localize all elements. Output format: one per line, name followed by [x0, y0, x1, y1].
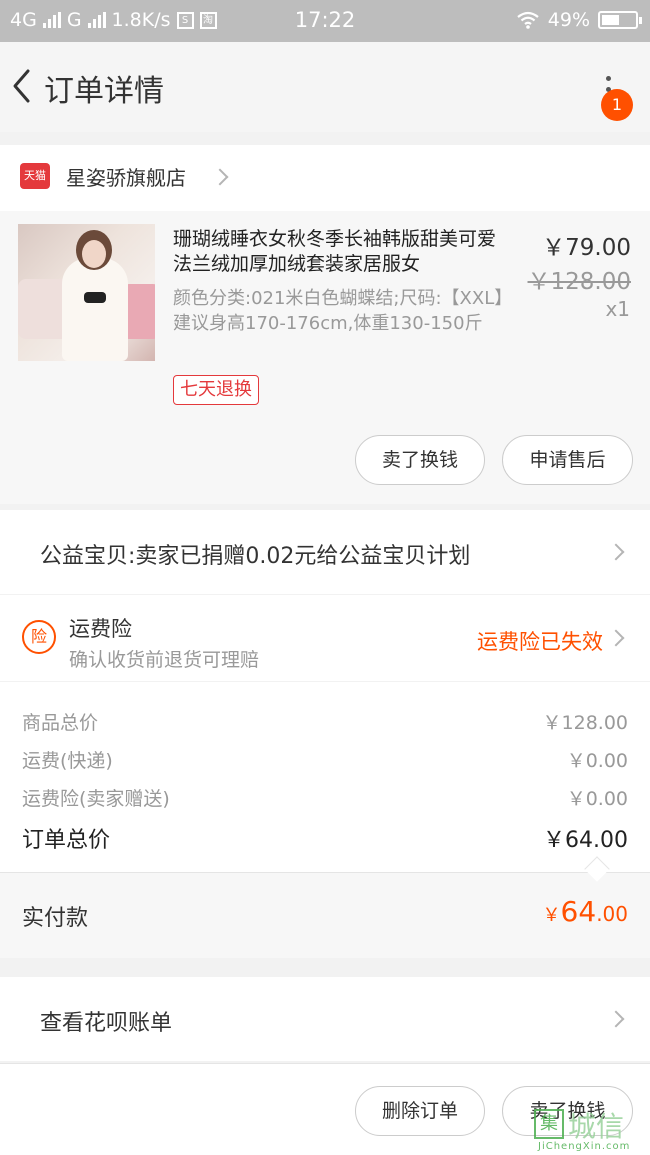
insurance-icon: 险 [22, 620, 56, 654]
actual-payment-row: 实付款 ￥64.00 [0, 872, 650, 958]
battery-icon [598, 11, 642, 29]
price-summary: 商品总价 ￥128.00 运费(快递) ￥0.00 运费险(卖家赠送) ￥0.0… [0, 682, 650, 882]
shipping-insurance-row[interactable]: 险 运费险 确认收货前退货可理赔 运费险已失效 [0, 595, 650, 681]
watermark-logo: 集 城信 JiChengXin.com [530, 1103, 648, 1153]
insurance-title: 运费险 [69, 617, 132, 641]
insurance-status: 运费险已失效 [477, 630, 603, 654]
charity-text: 公益宝贝:卖家已捐赠0.02元给公益宝贝计划 [40, 544, 471, 569]
nav-header: 订单详情 1 [0, 42, 650, 132]
huabei-bill-row[interactable]: 查看花呗账单 [0, 977, 650, 1061]
goods-total-label: 商品总价 [22, 712, 99, 734]
order-total-label: 订单总价 [22, 828, 111, 853]
amount-decimal: .00 [596, 902, 628, 926]
currency-symbol: ￥ [542, 905, 561, 926]
shop-name: 星姿骄旗舰店 [66, 166, 186, 190]
message-badge[interactable]: 1 [601, 89, 633, 121]
goods-total-row: 商品总价 ￥128.00 [22, 708, 628, 735]
shipping-fee-value: ￥0.00 [566, 750, 628, 772]
actual-payment-value: ￥64.00 [543, 895, 628, 928]
product-title: 珊瑚绒睡衣女秋冬季长袖韩版甜美可爱法兰绒加厚加绒套装家居服女 [173, 228, 497, 275]
product-image[interactable] [18, 224, 155, 361]
shipping-fee-label: 运费(快递) [22, 750, 113, 772]
back-arrow-icon[interactable] [10, 68, 34, 104]
tmall-logo-icon: 天猫 [20, 163, 50, 189]
sell-for-cash-button[interactable]: 卖了换钱 [355, 435, 485, 485]
watermark-logo-mark: 集 [534, 1109, 564, 1139]
product-original-price: ￥128.00 [527, 269, 631, 295]
goods-total-value: ￥128.00 [542, 712, 628, 734]
order-total-value: ￥64.00 [543, 828, 628, 853]
delete-order-button[interactable]: 删除订单 [355, 1086, 485, 1136]
insurance-fee-value: ￥0.00 [566, 788, 628, 810]
page-title: 订单详情 [44, 74, 164, 109]
huabei-bill-text: 查看花呗账单 [40, 1011, 173, 1036]
seven-day-return-tag: 七天退换 [173, 375, 259, 405]
product-card[interactable]: 珊瑚绒睡衣女秋冬季长袖韩版甜美可爱法兰绒加厚加绒套装家居服女 颜色分类:021米… [0, 211, 650, 504]
product-sku: 颜色分类:021米白色蝴蝶结;尺码:【XXL】建议身高170-176cm,体重1… [173, 288, 513, 334]
insurance-subtitle: 确认收货前退货可理赔 [69, 649, 260, 671]
amount-integer: 64 [560, 895, 597, 928]
chevron-right-icon [607, 543, 625, 561]
chevron-right-icon [607, 629, 625, 647]
chevron-right-icon [607, 1010, 625, 1028]
insurance-fee-label: 运费险(卖家赠送) [22, 788, 170, 810]
shipping-fee-row: 运费(快递) ￥0.00 [22, 746, 628, 773]
charity-row[interactable]: 公益宝贝:卖家已捐赠0.02元给公益宝贝计划 [0, 510, 650, 594]
actual-payment-label: 实付款 [22, 906, 89, 931]
insurance-fee-row: 运费险(卖家赠送) ￥0.00 [22, 784, 628, 811]
watermark-en: JiChengXin.com [538, 1141, 631, 1152]
product-price: ￥79.00 [542, 235, 631, 261]
order-total-row: 订单总价 ￥64.00 [22, 822, 628, 854]
status-bar: 4G G 1.8K/s S 淘 17:22 49% [0, 0, 650, 42]
shop-row[interactable]: 天猫 星姿骄旗舰店 [0, 145, 650, 211]
chevron-right-icon [211, 168, 229, 186]
apply-after-sale-button[interactable]: 申请售后 [502, 435, 633, 485]
wifi-icon [517, 11, 539, 29]
battery-percent: 49% [547, 9, 590, 31]
product-quantity: x1 [605, 297, 630, 321]
watermark-cn: 城信 [568, 1110, 625, 1143]
